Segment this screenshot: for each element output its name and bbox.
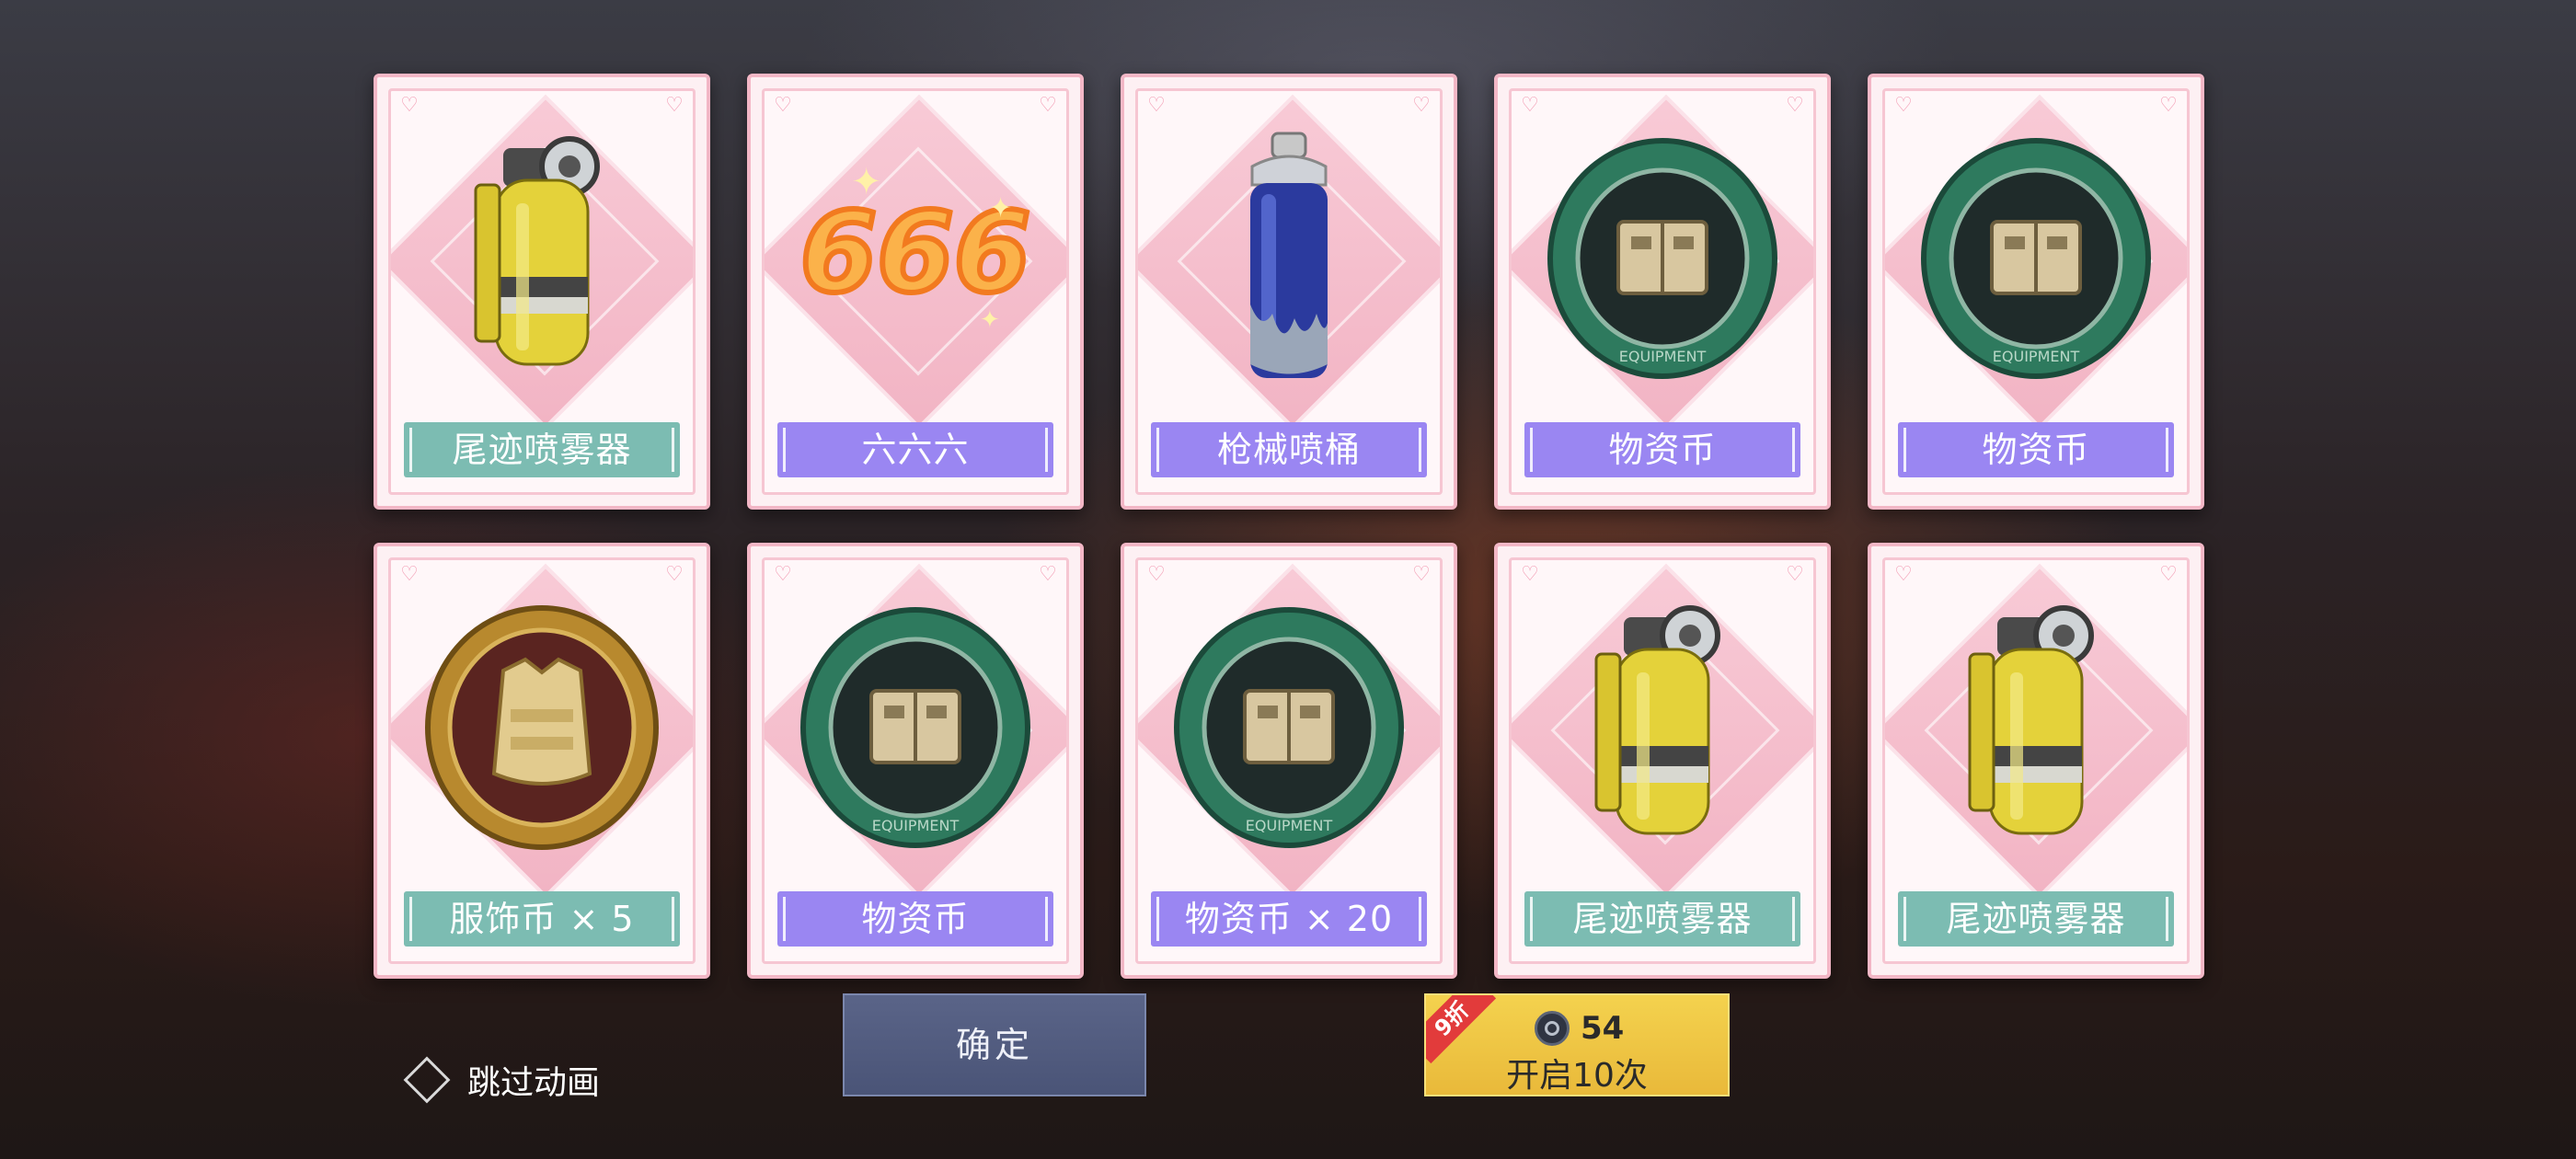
reward-label: 物资币 [1898,422,2174,477]
heart-icon: ♡ [665,563,684,586]
card-frame: ♡ ♡ 服饰币 × 5 [388,557,696,964]
smoke-grenade-icon [1543,599,1782,856]
heart-icon: ♡ [1039,563,1057,586]
heart-icon: ♡ [1147,94,1166,117]
heart-icon: ♡ [1521,563,1539,586]
reward-card-10[interactable]: ♡ ♡ 尾迹喷雾器 [1868,543,2204,979]
reward-label: 六六六 [777,422,1053,477]
supply-coin-icon: EQUIPMENT [1916,130,2156,387]
heart-icon: ♡ [1894,563,1913,586]
reward-card-5[interactable]: ♡ ♡ EQUIPMENT 物资币 [1868,74,2204,510]
card-frame: ♡ ♡ EQUIPMENT 物资币 [762,557,1069,964]
svg-text:✦: ✦ [989,192,1012,224]
reward-card-8[interactable]: ♡ ♡ EQUIPMENT 物资币 × 20 [1121,543,1457,979]
666-emote-icon: 666 ✦ ✦ ✦ [796,130,1035,387]
svg-text:✦: ✦ [851,161,882,203]
card-frame: ♡ ♡ EQUIPMENT 物资币 [1882,88,2190,495]
reward-label: 物资币 [777,891,1053,947]
card-frame: ♡ ♡ 枪械喷桶 [1135,88,1443,495]
card-frame: ♡ ♡ 尾迹喷雾器 [388,88,696,495]
heart-icon: ♡ [2159,563,2178,586]
confirm-button[interactable]: 确定 [843,993,1146,1096]
heart-icon: ♡ [1147,563,1166,586]
reward-label: 尾迹喷雾器 [404,422,680,477]
reward-card-6[interactable]: ♡ ♡ 服饰币 × 5 [374,543,710,979]
reward-card-9[interactable]: ♡ ♡ 尾迹喷雾器 [1494,543,1831,979]
reward-card-3[interactable]: ♡ ♡ 枪械喷桶 [1121,74,1457,510]
smoke-grenade-icon [422,130,661,387]
diamond-checkbox-icon[interactable] [403,1056,451,1104]
card-frame: ♡ ♡ EQUIPMENT 物资币 [1509,88,1816,495]
heart-icon: ♡ [1412,563,1431,586]
reward-label: 尾迹喷雾器 [1898,891,2174,947]
price-value: 54 [1581,1010,1625,1047]
heart-icon: ♡ [1786,94,1804,117]
supply-coin-icon: EQUIPMENT [796,599,1035,856]
card-frame: ♡ ♡ 666 ✦ ✦ ✦ 六六六 [762,88,1069,495]
heart-icon: ♡ [2159,94,2178,117]
card-frame: ♡ ♡ 尾迹喷雾器 [1509,557,1816,964]
smoke-grenade-icon [1916,599,2156,856]
coin-text-bottom: EQUIPMENT [1246,817,1333,834]
heart-icon: ♡ [1039,94,1057,117]
heart-icon: ♡ [665,94,684,117]
coin-text-bottom: EQUIPMENT [872,817,960,834]
currency-coin-icon [1535,1011,1570,1046]
supply-coin-icon: EQUIPMENT [1169,599,1409,856]
skip-animation-toggle[interactable]: 跳过动画 [403,1054,601,1106]
reward-card-1[interactable]: ♡ ♡ 尾迹喷雾器 [374,74,710,510]
reward-label: 物资币 × 20 [1151,891,1427,947]
heart-icon: ♡ [1412,94,1431,117]
reward-card-7[interactable]: ♡ ♡ EQUIPMENT 物资币 [747,543,1084,979]
svg-text:✦: ✦ [980,306,1000,334]
heart-icon: ♡ [774,563,792,586]
reward-card-4[interactable]: ♡ ♡ EQUIPMENT 物资币 [1494,74,1831,510]
heart-icon: ♡ [774,94,792,117]
open-10-label: 开启10次 [1506,1057,1648,1095]
coin-text-bottom: EQUIPMENT [1619,348,1707,365]
heart-icon: ♡ [1894,94,1913,117]
reward-label: 物资币 [1524,422,1800,477]
supply-coin-icon: EQUIPMENT [1543,130,1782,387]
reward-label: 尾迹喷雾器 [1524,891,1800,947]
reward-grid: ♡ ♡ 尾迹喷雾器 ♡ ♡ 666 ✦ ✦ ✦ 六六六 ♡ ♡ 枪械喷桶 ♡ ♡… [374,74,2204,982]
price-display: 54 [1535,1008,1624,1049]
reward-card-2[interactable]: ♡ ♡ 666 ✦ ✦ ✦ 六六六 [747,74,1084,510]
skip-animation-label: 跳过动画 [467,1064,601,1102]
heart-icon: ♡ [1521,94,1539,117]
heart-icon: ♡ [1786,563,1804,586]
card-frame: ♡ ♡ 尾迹喷雾器 [1882,557,2190,964]
reward-label: 服饰币 × 5 [404,891,680,947]
reward-label: 枪械喷桶 [1151,422,1427,477]
card-frame: ♡ ♡ EQUIPMENT 物资币 × 20 [1135,557,1443,964]
outfit-coin-icon [422,599,661,856]
spray-can-icon [1169,130,1409,387]
open-10-times-button[interactable]: 9折 54 开启10次 [1424,993,1730,1096]
heart-icon: ♡ [400,563,419,586]
heart-icon: ♡ [400,94,419,117]
coin-text-bottom: EQUIPMENT [1993,348,2080,365]
